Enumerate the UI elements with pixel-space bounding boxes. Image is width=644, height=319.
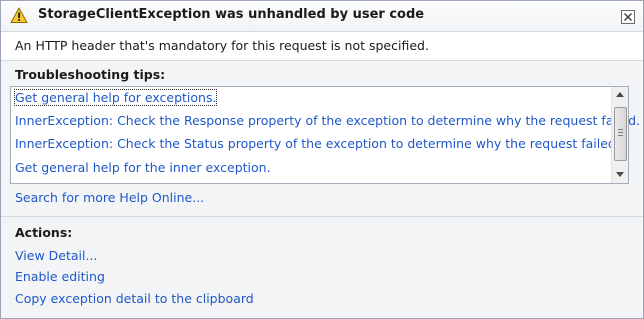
tip-link-response-property[interactable]: InnerException: Check the Response prope… <box>15 113 640 128</box>
close-icon[interactable] <box>621 9 635 24</box>
view-detail-link[interactable]: View Detail... <box>15 248 97 263</box>
enable-editing-link[interactable]: Enable editing <box>15 269 105 284</box>
exception-assistant-dialog: StorageClientException was unhandled by … <box>0 0 644 319</box>
search-help-online-link[interactable]: Search for more Help Online... <box>15 190 204 205</box>
dialog-title: StorageClientException was unhandled by … <box>38 7 425 22</box>
tip-link-status-property[interactable]: InnerException: Check the Status propert… <box>15 136 620 151</box>
tips-scrollbar[interactable] <box>611 87 628 183</box>
warning-icon <box>10 7 28 24</box>
scroll-up-arrow-icon[interactable] <box>612 87 628 103</box>
exception-message-panel: An HTTP header that's mandatory for this… <box>1 32 643 61</box>
tip-link-inner-exception-help[interactable]: Get general help for the inner exception… <box>15 160 271 175</box>
exception-message: An HTTP header that's mandatory for this… <box>15 38 429 53</box>
troubleshooting-heading: Troubleshooting tips: <box>15 67 166 82</box>
copy-exception-detail-link[interactable]: Copy exception detail to the clipboard <box>15 291 254 306</box>
actions-heading: Actions: <box>15 225 73 240</box>
troubleshooting-tips-list: Get general help for exceptions. InnerEx… <box>10 86 640 184</box>
section-divider <box>1 216 643 217</box>
scroll-thumb[interactable] <box>614 107 627 161</box>
title-bar: StorageClientException was unhandled by … <box>1 1 643 32</box>
tip-link-general-help[interactable]: Get general help for exceptions. <box>13 89 218 106</box>
scroll-down-arrow-icon[interactable] <box>612 167 628 183</box>
